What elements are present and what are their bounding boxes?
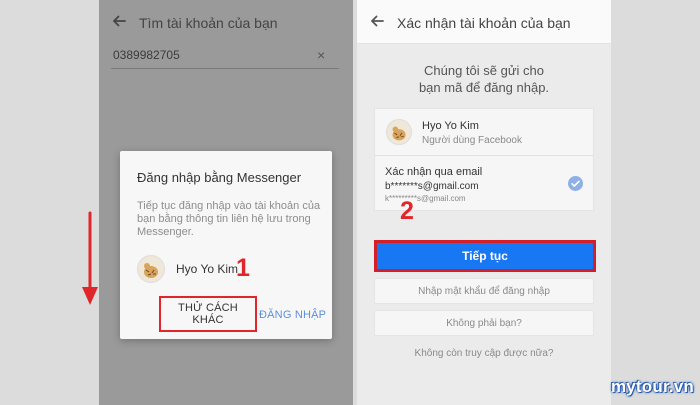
right-header: Xác nhận tài khoản của bạn (357, 0, 611, 44)
tiger-avatar-icon (137, 255, 165, 283)
no-access-link[interactable]: Không còn truy cập được nữa? (357, 348, 611, 359)
account-subtitle: Người dùng Facebook (422, 135, 522, 146)
account-card: Hyo Yo Kim Người dùng Facebook Xác nhận … (374, 108, 594, 211)
arrow-left-icon[interactable] (111, 13, 127, 29)
left-header: Tìm tài khoản của bạn (99, 0, 353, 44)
dialog-body: Tiếp tục đăng nhập vào tài khoản của bạn… (137, 200, 321, 238)
continue-button[interactable]: Tiếp tục (374, 240, 596, 272)
right-page-title: Xác nhận tài khoản của bạn (397, 15, 571, 31)
login-button[interactable]: ĐĂNG NHẬP (259, 309, 326, 321)
card-divider (375, 155, 593, 156)
arrow-down-icon (82, 211, 98, 305)
continue-button-label[interactable]: Tiếp tục (377, 243, 593, 269)
email-option-label[interactable]: Xác nhận qua email (385, 166, 482, 178)
dialog-title: Đăng nhập bằng Messenger (137, 170, 302, 185)
phone-input-value[interactable]: 0389982705 (113, 48, 180, 62)
step-2-label: 2 (400, 197, 414, 225)
phone-input-underline (111, 68, 339, 69)
arrow-left-icon[interactable] (369, 13, 385, 29)
enter-password-button[interactable]: Nhập mật khẩu để đăng nhập (374, 278, 594, 304)
left-page-title: Tìm tài khoản của bạn (139, 15, 278, 31)
left-screen: Tìm tài khoản của bạn 0389982705 × Đăng … (99, 0, 353, 405)
brand-watermark: mytour.vn (610, 377, 694, 396)
dialog-account-name: Hyo Yo Kim (176, 262, 239, 276)
send-code-message: Chúng tôi sẽ gửi cho bạn mã để đăng nhập… (418, 63, 550, 95)
messenger-login-dialog: Đăng nhập bằng Messenger Tiếp tục đăng n… (120, 151, 332, 339)
try-other-method-button[interactable]: THỬ CÁCH KHÁC (159, 296, 257, 332)
not-you-button[interactable]: Không phải bạn? (374, 310, 594, 336)
close-icon[interactable]: × (317, 47, 325, 63)
tiger-avatar-icon (386, 119, 412, 145)
email-address: b*******s@gmail.com (385, 181, 479, 192)
phone-input[interactable]: 0389982705 × (99, 42, 353, 70)
right-screen: Xác nhận tài khoản của bạn Chúng tôi sẽ … (357, 0, 611, 405)
check-circle-icon[interactable] (568, 176, 583, 191)
account-name: Hyo Yo Kim (422, 120, 479, 132)
step-1-label: 1 (236, 254, 250, 282)
email-address-secondary: k*********s@gmail.com (385, 194, 466, 203)
